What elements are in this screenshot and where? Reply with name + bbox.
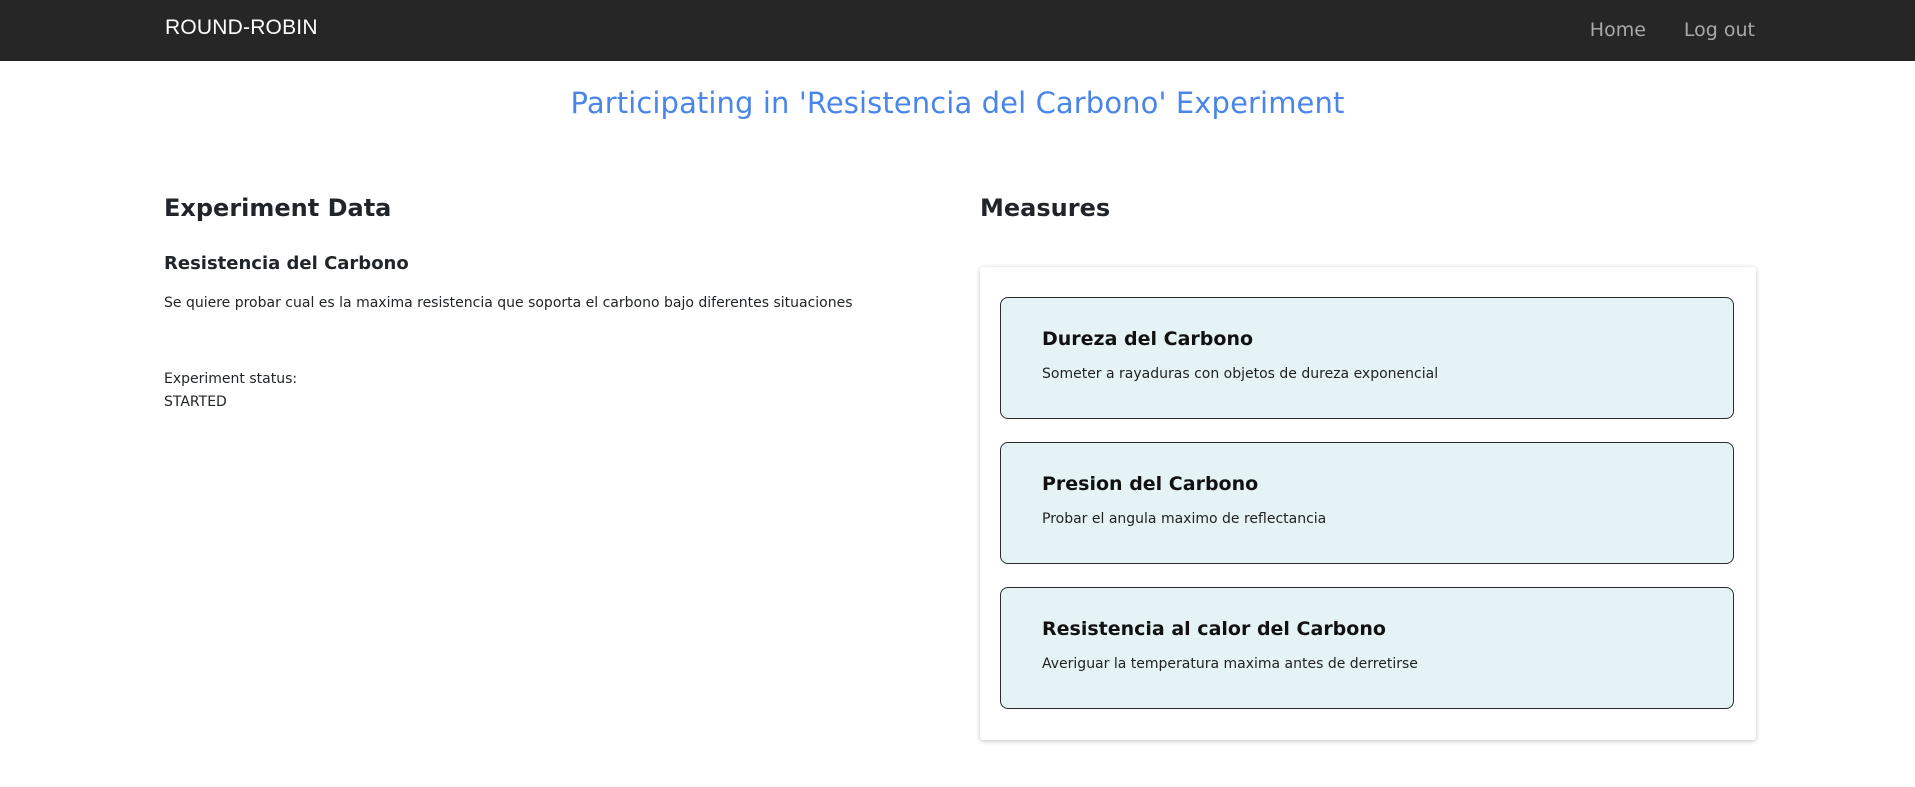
measure-description: Someter a rayaduras con objetos de durez…: [1042, 366, 1439, 382]
nav-links: Home Log out: [1590, 19, 1755, 41]
measure-title: Presion del Carbono: [1042, 473, 1259, 495]
experiment-status-value: STARTED: [164, 394, 227, 410]
brand-link[interactable]: ROUND-ROBIN: [165, 16, 318, 40]
measures-panel: Dureza del Carbono Someter a rayaduras c…: [980, 267, 1756, 740]
measure-title: Resistencia al calor del Carbono: [1042, 618, 1386, 640]
nav-home-link[interactable]: Home: [1590, 19, 1646, 41]
measure-description: Probar el angula maximo de reflectancia: [1042, 511, 1327, 527]
measure-description: Averiguar la temperatura maxima antes de…: [1042, 656, 1418, 672]
measures-heading: Measures: [980, 194, 1111, 222]
measure-card[interactable]: Resistencia al calor del Carbono Averigu…: [1000, 587, 1734, 709]
experiment-data-section: Experiment Data Resistencia del Carbono …: [164, 193, 924, 410]
experiment-status-label: Experiment status:: [164, 371, 298, 387]
experiment-name: Resistencia del Carbono: [164, 253, 409, 274]
top-navbar: ROUND-ROBIN Home Log out: [0, 0, 1915, 61]
experiment-description: Se quiere probar cual es la maxima resis…: [164, 295, 853, 311]
measures-section: Measures Dureza del Carbono Someter a ra…: [980, 193, 1756, 740]
measure-card[interactable]: Dureza del Carbono Someter a rayaduras c…: [1000, 297, 1734, 419]
measure-card[interactable]: Presion del Carbono Probar el angula max…: [1000, 442, 1734, 564]
experiment-data-heading: Experiment Data: [164, 194, 392, 222]
nav-logout-link[interactable]: Log out: [1684, 19, 1755, 41]
page-title: Participating in 'Resistencia del Carbon…: [570, 86, 1345, 120]
measure-title: Dureza del Carbono: [1042, 328, 1254, 350]
